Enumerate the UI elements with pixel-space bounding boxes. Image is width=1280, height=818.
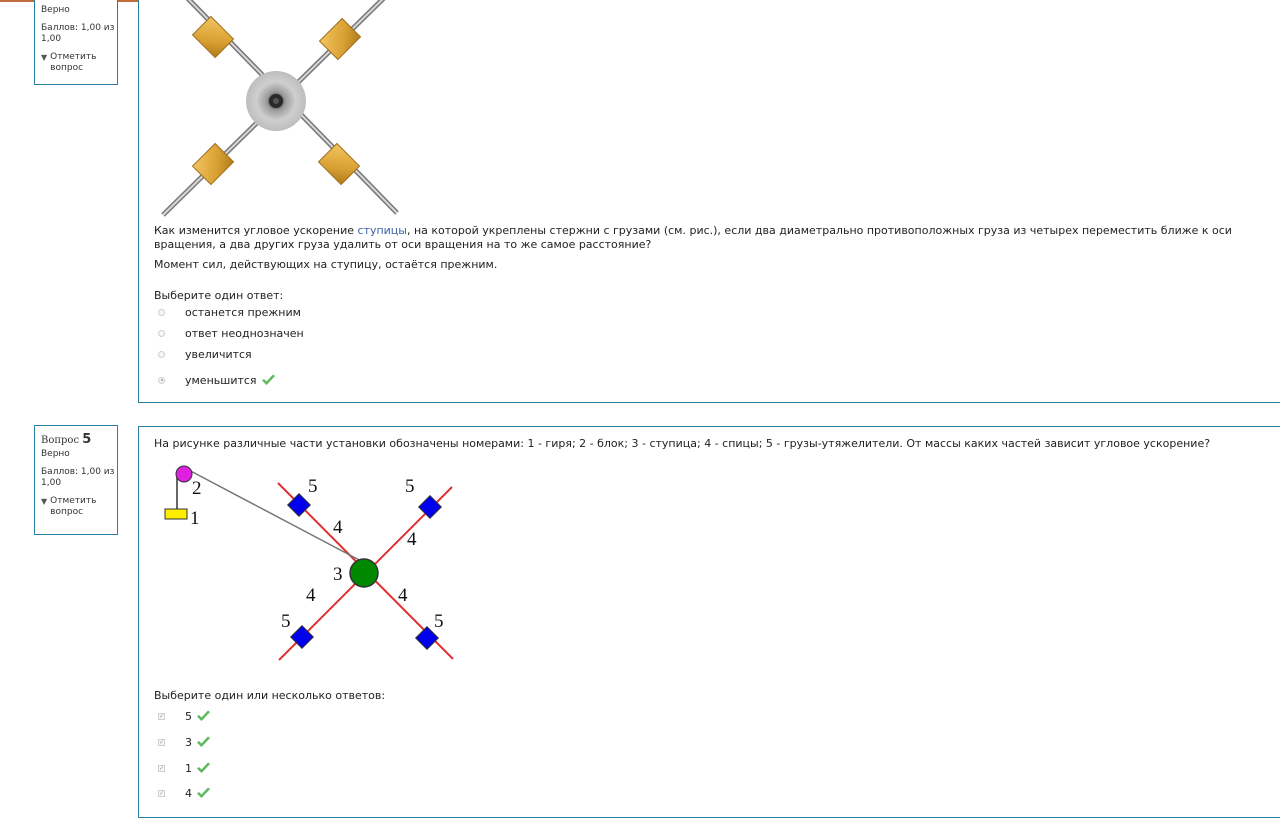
question-info-q5: Вопрос 5 Верно Баллов: 1,00 из 1,00 ▼ От… <box>34 425 118 535</box>
answer-label: 5 <box>185 709 192 723</box>
question-number: Вопрос 5 <box>41 432 92 447</box>
answer-option[interactable]: ✓ 4 <box>158 785 211 801</box>
figure-label: 1 <box>190 508 200 529</box>
figure-label: 4 <box>398 585 408 606</box>
question-info-q4: Верно Баллов: 1,00 из 1,00 ▼ Отметить во… <box>34 0 118 85</box>
figure-label: 5 <box>434 611 444 632</box>
checkbox-checked[interactable]: ✓ <box>158 738 165 746</box>
question-status: Верно <box>41 5 70 15</box>
pulley-circle <box>175 465 193 483</box>
figure-label: 2 <box>192 478 202 499</box>
answer-label: увеличится <box>185 347 252 361</box>
weight-block <box>164 508 188 520</box>
question-grade: Баллов: 1,00 из 1,00 <box>41 23 115 44</box>
question-content-q4: Как изменится угловое ускорение ступицы,… <box>138 0 1280 403</box>
answer-option[interactable]: уменьшится <box>158 372 276 388</box>
answer-option[interactable]: увеличится <box>158 346 252 362</box>
correct-check-icon <box>197 710 210 721</box>
figure-label: 5 <box>405 476 415 497</box>
radio-button[interactable] <box>158 329 165 337</box>
question-text: На рисунке различные части установки обо… <box>154 437 1211 450</box>
hub-with-rods-image <box>161 0 399 217</box>
question-grade: Баллов: 1,00 из 1,00 <box>41 467 115 488</box>
correct-check-icon <box>197 736 210 747</box>
hub-circle <box>349 558 379 588</box>
figure-label: 4 <box>333 517 343 538</box>
flag-question-button[interactable]: ▼ Отметить вопрос <box>41 52 117 74</box>
checkbox-checked[interactable]: ✓ <box>158 789 165 797</box>
answer-prompt: Выберите один ответ: <box>154 289 284 302</box>
flag-question-label: Отметить вопрос <box>50 52 97 73</box>
flag-icon: ▼ <box>41 497 48 506</box>
flag-icon: ▼ <box>41 53 48 62</box>
answer-label: 3 <box>185 735 192 749</box>
apparatus-diagram: 2 1 5 5 4 4 3 4 4 5 5 <box>164 465 454 661</box>
figure-label: 5 <box>281 611 291 632</box>
radio-button-selected[interactable] <box>158 376 165 384</box>
answer-label: 4 <box>185 786 192 800</box>
answer-label: уменьшится <box>185 373 257 387</box>
flag-question-label: Отметить вопрос <box>50 496 97 517</box>
question-text-second: Момент сил, действующих на ступицу, оста… <box>154 258 498 271</box>
checkbox-checked[interactable]: ✓ <box>158 764 165 772</box>
answer-option[interactable]: ответ неоднозначен <box>158 325 304 341</box>
flag-question-button[interactable]: ▼ Отметить вопрос <box>41 496 117 518</box>
mass-square <box>417 494 443 520</box>
glossary-link-hub[interactable]: ступицы <box>357 224 406 237</box>
figure-label: 3 <box>333 564 343 585</box>
answer-label: останется прежним <box>185 305 301 319</box>
question-content-q5: На рисунке различные части установки обо… <box>138 426 1280 818</box>
answer-prompt: Выберите один или несколько ответов: <box>154 689 386 702</box>
answer-option[interactable]: останется прежним <box>158 304 301 320</box>
radio-button[interactable] <box>158 350 165 358</box>
correct-check-icon <box>197 787 210 798</box>
figure-label: 4 <box>306 585 316 606</box>
figure-label: 4 <box>407 529 417 550</box>
correct-check-icon <box>197 762 210 773</box>
answer-option[interactable]: ✓ 5 <box>158 708 211 724</box>
figure-label: 5 <box>308 476 318 497</box>
checkbox-checked[interactable]: ✓ <box>158 712 165 720</box>
answer-option[interactable]: ✓ 3 <box>158 734 211 750</box>
answer-label: 1 <box>185 761 192 775</box>
correct-check-icon <box>261 374 275 385</box>
answer-option[interactable]: ✓ 1 <box>158 760 211 776</box>
question-text: Как изменится угловое ускорение ступицы,… <box>154 224 1232 251</box>
radio-button[interactable] <box>158 308 165 316</box>
string-line <box>184 467 364 563</box>
question-status: Верно <box>41 449 70 459</box>
answer-label: ответ неоднозначен <box>185 326 304 340</box>
